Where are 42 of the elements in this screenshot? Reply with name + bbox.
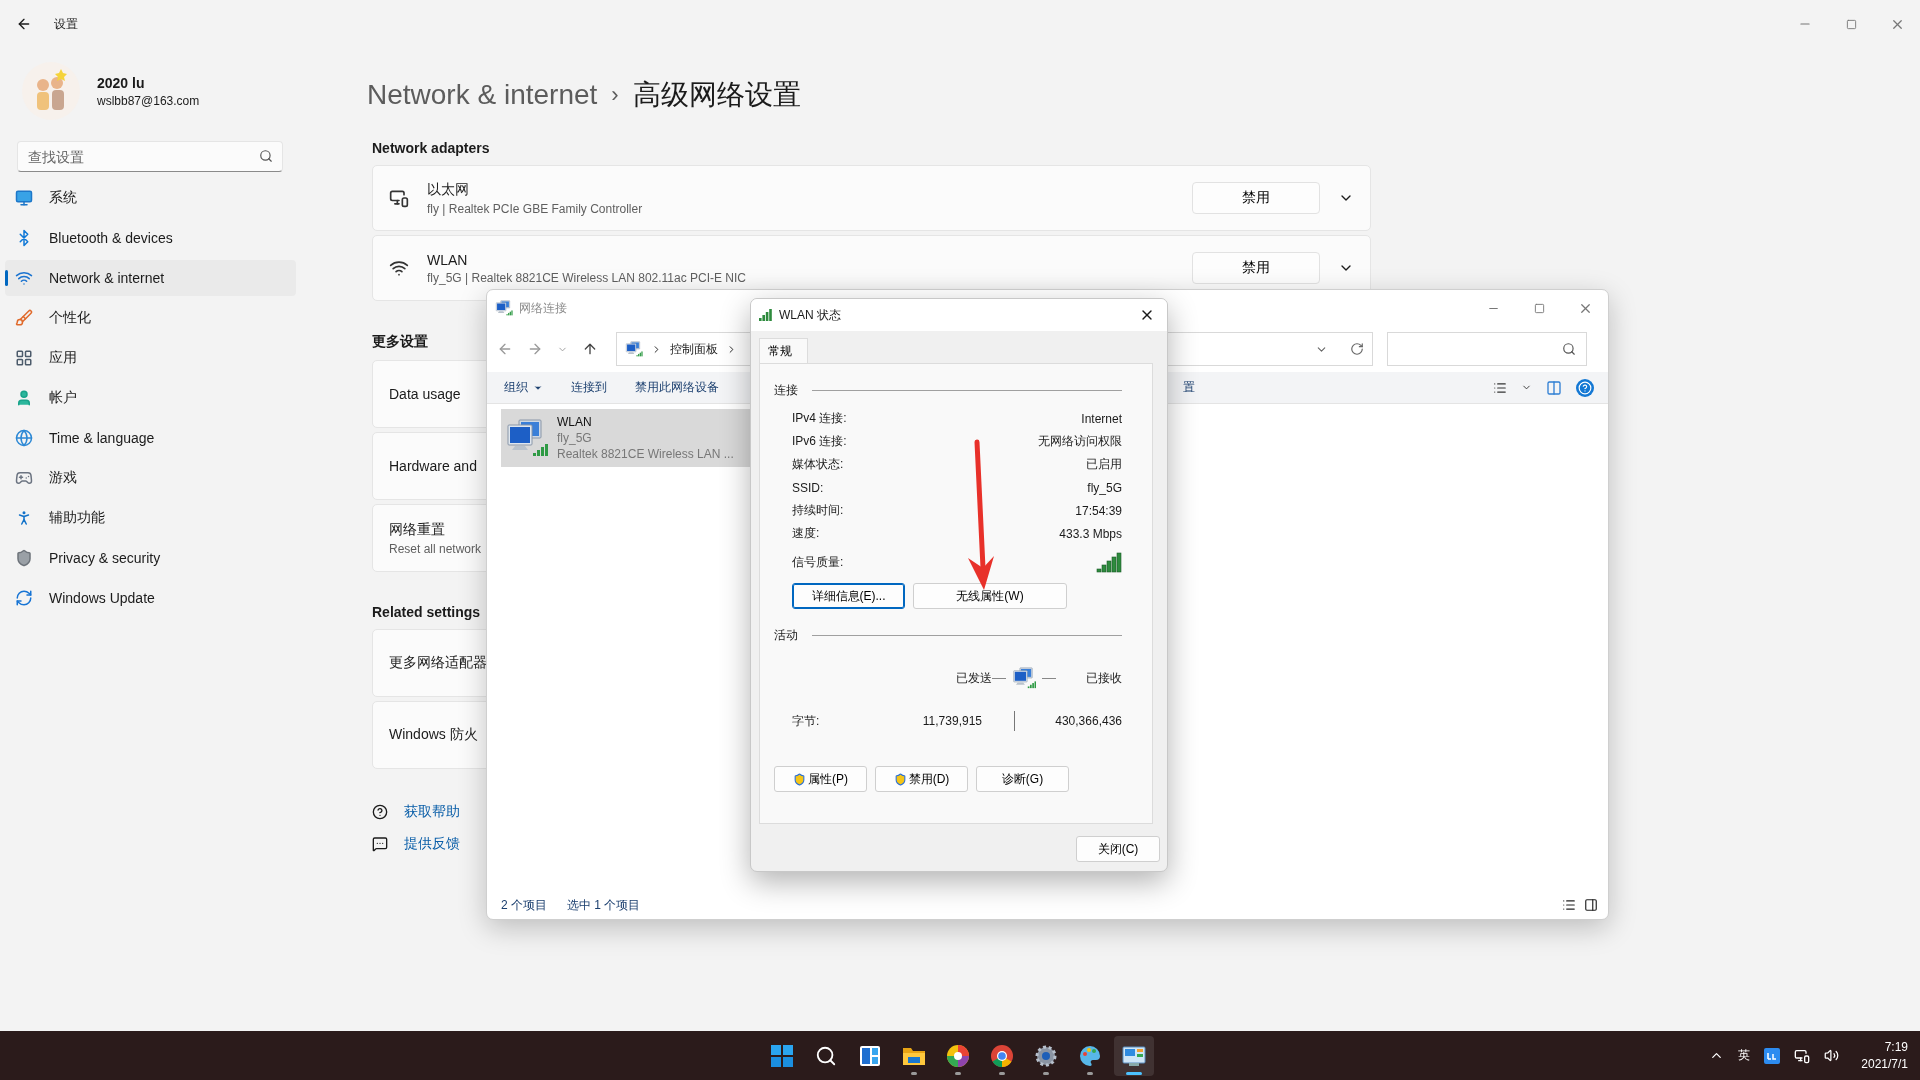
info-label: 字节: bbox=[792, 712, 821, 730]
page-title: 高级网络设置 bbox=[632, 78, 801, 112]
status-text: 选中 1 个项目 bbox=[567, 896, 641, 914]
info-value: 无网络访问权限 bbox=[1038, 433, 1122, 450]
info-label: SSID: bbox=[792, 480, 824, 495]
card-title: Windows 防火 bbox=[389, 726, 478, 744]
info-label: IPv4 连接: bbox=[792, 410, 847, 427]
received-label: 已接收 bbox=[1085, 669, 1122, 687]
info-label: 信号质量: bbox=[792, 553, 844, 571]
section-heading: Related settings bbox=[372, 604, 481, 620]
status-text: 2 个项目 bbox=[501, 896, 547, 914]
group-heading: 活动 bbox=[774, 627, 798, 644]
sent-label: 已发送 bbox=[955, 669, 992, 687]
bytes-sent: 11,739,915 bbox=[921, 714, 982, 728]
user-name: 2020 lu bbox=[97, 74, 146, 91]
card-subtitle: fly | Realtek PCIe GBE Family Controller bbox=[427, 201, 643, 216]
explorer-title: 网络连接 bbox=[519, 299, 567, 317]
user-email: wslbb87@163.com bbox=[97, 93, 200, 108]
section-heading: Network adapters bbox=[372, 140, 490, 156]
info-value: 433.3 Mbps bbox=[1059, 526, 1122, 541]
window-title: 设置 bbox=[54, 15, 78, 33]
card-title: 更多网络适配器 bbox=[389, 654, 487, 672]
info-value: Internet bbox=[1081, 411, 1122, 426]
info-label: IPv6 连接: bbox=[792, 433, 847, 450]
section-heading: 更多设置 bbox=[372, 333, 428, 351]
bytes-received: 430,366,436 bbox=[1054, 714, 1122, 728]
info-value: 17:54:39 bbox=[1075, 503, 1122, 518]
card-title: Hardware and bbox=[389, 458, 477, 474]
card-subtitle: fly_5G | Realtek 8821CE Wireless LAN 802.11ac PCI-E NIC bbox=[427, 270, 747, 285]
card-title: 以太网 bbox=[427, 180, 469, 199]
info-label: 媒体状态: bbox=[792, 456, 844, 473]
card-subtitle: Reset all network bbox=[389, 541, 482, 556]
info-value: 已启用 bbox=[1086, 456, 1122, 473]
group-heading: 连接 bbox=[774, 382, 798, 399]
breadcrumb-separator: › bbox=[611, 82, 619, 108]
card-title: WLAN bbox=[427, 251, 468, 268]
card-title: 网络重置 bbox=[389, 520, 445, 539]
info-label: 速度: bbox=[792, 525, 820, 542]
info-value: fly_5G bbox=[1087, 480, 1122, 495]
dialog-title: WLAN 状态 bbox=[779, 306, 841, 324]
info-label: 持续时间: bbox=[792, 502, 844, 519]
card-title: Data usage bbox=[389, 386, 461, 402]
